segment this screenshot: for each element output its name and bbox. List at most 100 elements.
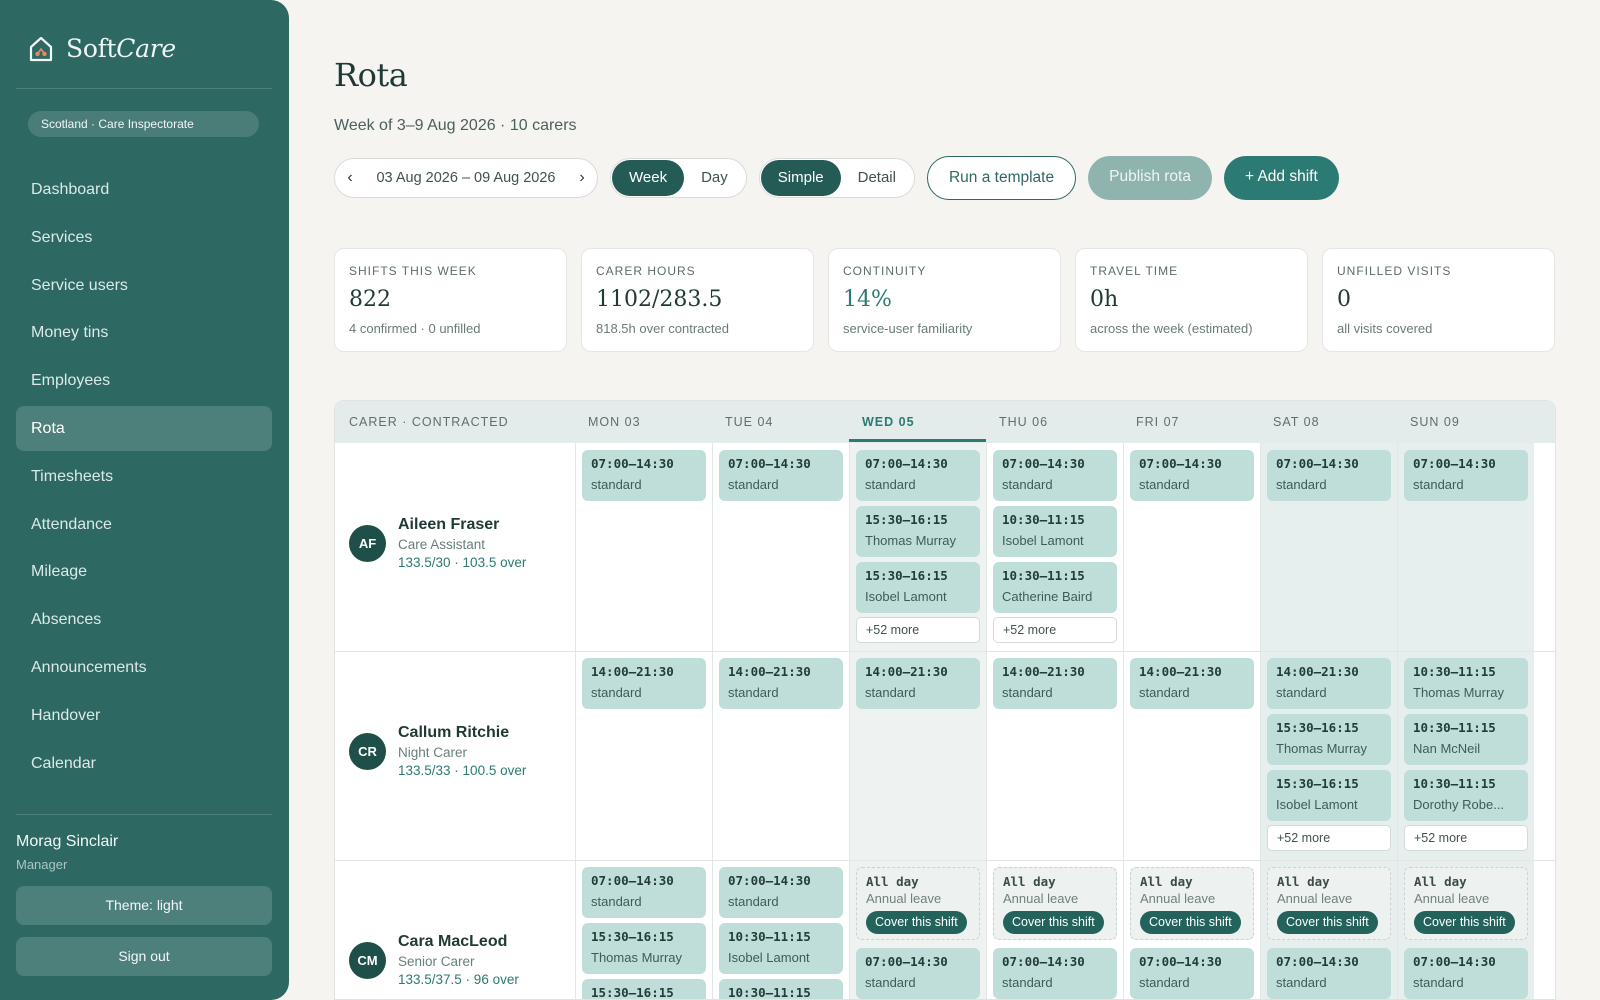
shift-chip[interactable]: 07:00–14:30 standard: [1267, 450, 1391, 501]
shift-chip[interactable]: 10:30–11:15 Isobel Lamont: [719, 923, 843, 974]
shift-chip[interactable]: 07:00–14:30 standard: [1130, 948, 1254, 999]
more-shifts-button[interactable]: +52 more: [856, 617, 980, 643]
sidebar-item-money-tins[interactable]: Money tins: [16, 310, 272, 355]
shift-chip[interactable]: 15:30–16:15 Thomas Murray: [1267, 714, 1391, 765]
chevron-right-icon[interactable]: ›: [567, 169, 597, 187]
shift-detail: Thomas Murray: [1413, 685, 1505, 700]
sidebar-item-mileage[interactable]: Mileage: [16, 549, 272, 594]
theme-toggle-button[interactable]: Theme: light: [16, 886, 272, 925]
mode-detail-button[interactable]: Detail: [841, 160, 913, 196]
shift-chip[interactable]: 07:00–14:30 standard: [1267, 948, 1391, 999]
shift-chip[interactable]: 14:00–21:30 standard: [993, 658, 1117, 709]
sidebar-item-employees[interactable]: Employees: [16, 358, 272, 403]
shift-detail: standard: [728, 685, 779, 700]
shift-chip[interactable]: 07:00–14:30 standard: [856, 450, 980, 501]
sidebar-item-handover[interactable]: Handover: [16, 693, 272, 738]
run-template-button[interactable]: Run a template: [926, 156, 1077, 200]
sidebar-nav: Dashboard Services Service users Money tins…: [16, 167, 272, 788]
shift-chip[interactable]: 14:00–21:30 standard: [1130, 658, 1254, 709]
column-header-day[interactable]: SAT 08: [1273, 401, 1320, 443]
cover-shift-button[interactable]: Cover this shift: [1140, 911, 1241, 934]
shift-detail: standard: [1139, 685, 1190, 700]
shift-chip[interactable]: 15:30–16:15 Isobel Lamont: [1267, 770, 1391, 821]
shift-chip[interactable]: 10:30–11:15 Isobel Lamont: [993, 506, 1117, 557]
publish-rota-button[interactable]: Publish rota: [1088, 156, 1212, 200]
cover-shift-button[interactable]: Cover this shift: [1414, 911, 1515, 934]
view-day-button[interactable]: Day: [684, 160, 745, 196]
carer-cell[interactable]: CM Cara MacLeod Senior Carer 133.5/37.5 · 9…: [349, 933, 519, 987]
sidebar-item-rota[interactable]: Rota: [16, 405, 272, 451]
more-shifts-button[interactable]: +52 more: [1404, 825, 1528, 851]
mode-simple-button[interactable]: Simple: [760, 160, 841, 196]
shift-time: 10:30–11:15: [1413, 720, 1496, 735]
main-content: Rota Week of 3–9 Aug 2026 · 10 carers ‹ …: [334, 0, 1556, 1000]
column-header-day[interactable]: WED 05: [862, 401, 915, 443]
shift-detail: Thomas Murray: [865, 533, 957, 548]
sidebar-item-attendance[interactable]: Attendance: [16, 502, 272, 547]
shift-detail: Dorothy Robe...: [1413, 797, 1505, 812]
shift-chip[interactable]: 07:00–14:30 standard: [582, 450, 706, 501]
sidebar-item-announcements[interactable]: Announcements: [16, 645, 272, 690]
shift-chip[interactable]: 14:00–21:30 standard: [856, 658, 980, 709]
chevron-left-icon[interactable]: ‹: [335, 169, 365, 187]
shift-chip[interactable]: 15:30–16:15 Isobel Lamont: [856, 562, 980, 613]
shift-chip[interactable]: 15:30–16:15 Thomas Murray: [582, 923, 706, 974]
shift-detail: standard: [591, 685, 642, 700]
sidebar-item-timesheets[interactable]: Timesheets: [16, 454, 272, 499]
stat-value: 1102/283.5: [596, 287, 723, 312]
cover-shift-button[interactable]: Cover this shift: [866, 911, 967, 934]
shift-detail: standard: [1139, 975, 1190, 990]
shift-chip[interactable]: 10:30–11:15 Nan McNeil: [1404, 714, 1528, 765]
shift-time: 07:00–14:30: [1413, 456, 1496, 471]
shift-chip[interactable]: 14:00–21:30 standard: [719, 658, 843, 709]
shift-chip[interactable]: 07:00–14:30 standard: [719, 450, 843, 501]
shift-detail: Thomas Murray: [1276, 741, 1368, 756]
shift-chip[interactable]: 14:00–21:30 standard: [582, 658, 706, 709]
shift-chip[interactable]: 07:00–14:30 standard: [1130, 450, 1254, 501]
shift-time: 10:30–11:15: [1413, 776, 1496, 791]
user-role: Manager: [16, 857, 68, 872]
shift-chip[interactable]: 10:30–11:15 Catherine Baird: [993, 562, 1117, 613]
carer-cell[interactable]: AF Aileen Fraser Care Assistant 133.5/30 · …: [349, 516, 526, 570]
shift-chip[interactable]: 07:00–14:30 standard: [993, 450, 1117, 501]
shift-chip[interactable]: 07:00–14:30 standard: [719, 867, 843, 918]
cover-shift-button[interactable]: Cover this shift: [1003, 911, 1104, 934]
column-header-day[interactable]: THU 06: [999, 401, 1048, 443]
sign-out-button[interactable]: Sign out: [16, 937, 272, 976]
shift-chip[interactable]: 10:30–11:15 Dorothy Robe...: [1404, 770, 1528, 821]
shift-chip[interactable]: 07:00–14:30 standard: [993, 948, 1117, 999]
shift-chip[interactable]: 10:30–11:15: [719, 979, 843, 999]
shift-chip[interactable]: 15:30–16:15: [582, 979, 706, 999]
shift-time: 07:00–14:30: [1002, 456, 1085, 471]
shift-chip[interactable]: 15:30–16:15 Thomas Murray: [856, 506, 980, 557]
sidebar-item-absences[interactable]: Absences: [16, 597, 272, 642]
shift-chip[interactable]: 07:00–14:30 standard: [582, 867, 706, 918]
column-header-day[interactable]: SUN 09: [1410, 401, 1460, 443]
more-shifts-button[interactable]: +52 more: [1267, 825, 1391, 851]
avatar: CR: [349, 732, 386, 770]
sidebar-item-service-users[interactable]: Service users: [16, 263, 272, 308]
view-week-button[interactable]: Week: [612, 160, 685, 196]
cover-shift-button[interactable]: Cover this shift: [1277, 911, 1378, 934]
shift-chip[interactable]: 07:00–14:30 standard: [1404, 948, 1528, 999]
stat-card: UNFILLED VISITS 0 all visits covered: [1322, 248, 1555, 352]
shift-detail: Thomas Murray: [591, 950, 683, 965]
carer-cell[interactable]: CR Callum Ritchie Night Carer 133.5/33 · 10…: [349, 724, 526, 778]
sidebar-item-calendar[interactable]: Calendar: [16, 741, 272, 786]
column-header-day[interactable]: MON 03: [588, 401, 641, 443]
more-shifts-button[interactable]: +52 more: [993, 617, 1117, 643]
grid-header: [335, 401, 1555, 443]
date-range-label[interactable]: 03 Aug 2026 – 09 Aug 2026: [365, 170, 567, 186]
column-header-day[interactable]: TUE 04: [725, 401, 773, 443]
column-header-day[interactable]: FRI 07: [1136, 401, 1180, 443]
carer-role: Care Assistant: [398, 537, 486, 552]
leave-block: All day Annual leave Cover this shift: [1267, 867, 1391, 940]
brand-logo[interactable]: SoftCare: [28, 34, 176, 63]
shift-chip[interactable]: 07:00–14:30 standard: [856, 948, 980, 999]
sidebar-item-services[interactable]: Services: [16, 215, 272, 260]
shift-chip[interactable]: 07:00–14:30 standard: [1404, 450, 1528, 501]
add-shift-button[interactable]: + Add shift: [1223, 156, 1339, 200]
shift-chip[interactable]: 10:30–11:15 Thomas Murray: [1404, 658, 1528, 709]
shift-chip[interactable]: 14:00–21:30 standard: [1267, 658, 1391, 709]
sidebar-item-dashboard[interactable]: Dashboard: [16, 167, 272, 212]
